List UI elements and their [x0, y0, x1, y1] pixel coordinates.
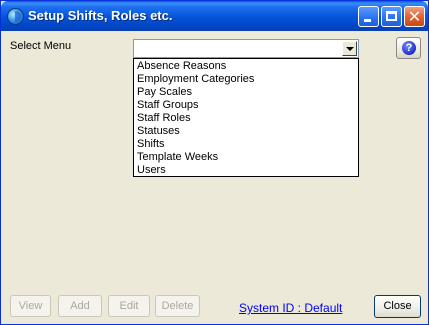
setup-window: Setup Shifts, Roles etc. ✕ Select Menu ?…: [0, 0, 429, 325]
title-bar[interactable]: Setup Shifts, Roles etc. ✕: [1, 1, 428, 31]
add-button[interactable]: Add: [58, 295, 102, 317]
dropdown-button[interactable]: [342, 41, 357, 56]
edit-button[interactable]: Edit: [108, 295, 150, 317]
maximize-icon: [386, 11, 397, 21]
delete-button[interactable]: Delete: [155, 295, 200, 317]
close-button[interactable]: Close: [374, 295, 421, 318]
dropdown-option[interactable]: Absence Reasons: [134, 60, 358, 73]
select-menu-combobox[interactable]: [133, 39, 359, 58]
maximize-button[interactable]: [381, 6, 402, 27]
select-menu-label: Select Menu: [10, 40, 72, 52]
close-icon: ✕: [407, 7, 422, 26]
app-globe-icon: [7, 8, 24, 25]
window-title: Setup Shifts, Roles etc.: [28, 8, 173, 23]
dropdown-option[interactable]: Shifts: [134, 138, 358, 151]
system-id-link[interactable]: System ID : Default: [239, 301, 342, 315]
dropdown-option[interactable]: Users: [134, 164, 358, 177]
dropdown-option[interactable]: Staff Groups: [134, 99, 358, 112]
dropdown-option[interactable]: Statuses: [134, 125, 358, 138]
select-menu-dropdown-list: Absence Reasons Employment Categories Pa…: [133, 58, 359, 177]
dropdown-option[interactable]: Template Weeks: [134, 151, 358, 164]
minimize-icon: [364, 19, 371, 22]
minimize-button[interactable]: [358, 6, 379, 27]
close-window-button[interactable]: ✕: [404, 6, 425, 27]
dropdown-option[interactable]: Staff Roles: [134, 112, 358, 125]
view-button[interactable]: View: [10, 295, 51, 317]
help-icon: ?: [402, 41, 416, 55]
dropdown-option[interactable]: Pay Scales: [134, 86, 358, 99]
help-button[interactable]: ?: [396, 37, 421, 59]
dropdown-option[interactable]: Employment Categories: [134, 73, 358, 86]
chevron-down-icon: [346, 47, 354, 51]
